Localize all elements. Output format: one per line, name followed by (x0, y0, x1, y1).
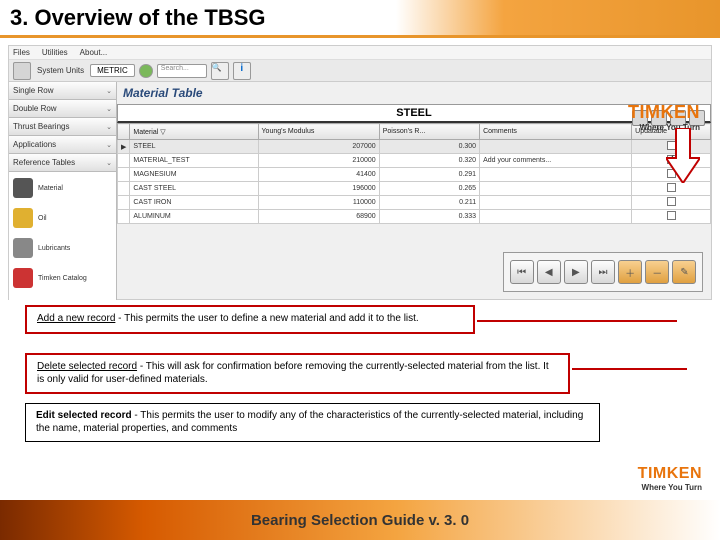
ref-label: Oil (38, 215, 47, 222)
chevron-down-icon: ⌄ (106, 141, 112, 149)
footer-bar: Bearing Selection Guide v. 3. 0 (0, 500, 720, 540)
delete-record-button[interactable]: － (645, 260, 669, 284)
lubricant-icon (13, 238, 33, 258)
chevron-down-icon: ⌄ (106, 159, 112, 167)
checkbox-icon[interactable] (667, 211, 676, 220)
table-row[interactable]: ▶STEEL2070000.300 (118, 140, 711, 154)
timken-wordmark: TIMKEN (628, 102, 700, 123)
callout-title: Edit selected record (36, 410, 132, 421)
connector-line (572, 368, 687, 370)
table-row[interactable]: CAST IRON1100000.211 (118, 196, 711, 210)
col-comments[interactable]: Comments (480, 124, 632, 140)
toolbar: System Units METRIC Search... 🔍 i (9, 60, 711, 82)
refresh-icon[interactable] (139, 64, 153, 78)
callout-text: - This permits the user to define a new … (115, 313, 418, 324)
callout-edit-record: Edit selected record - This permits the … (25, 403, 600, 442)
ref-lubricants[interactable]: Lubricants (13, 238, 112, 258)
sidebar-item-reference[interactable]: Reference Tables ⌄ (9, 154, 116, 172)
sidebar-item-applications[interactable]: Applications ⌄ (9, 136, 116, 154)
sidebar: Single Row ⌄ Double Row ⌄ Thrust Bearings ⌄… (9, 82, 117, 300)
search-icon[interactable]: 🔍 (211, 62, 229, 80)
callout-add-record: Add a new record - This permits the user… (25, 305, 475, 334)
ref-label: Timken Catalog (38, 275, 87, 282)
reference-panel: Material Oil Lubricants Timken Catalog (9, 172, 116, 300)
sidebar-item-label: Applications (13, 140, 56, 149)
info-icon[interactable]: i (233, 62, 251, 80)
timken-tagline: Where You Turn (642, 483, 702, 492)
search-input[interactable]: Search... (157, 64, 207, 78)
material-table: Material ▽ Young's Modulus Poisson's R..… (117, 123, 711, 224)
sidebar-item-label: Reference Tables (13, 158, 75, 167)
checkbox-icon[interactable] (667, 183, 676, 192)
ref-material[interactable]: Material (13, 178, 112, 198)
timken-wordmark: TIMKEN (638, 465, 702, 483)
toolbar-icon[interactable] (13, 62, 31, 80)
slide-title-bar: 3. Overview of the TBSG (0, 0, 720, 38)
table-row[interactable]: CAST STEEL1960000.265 (118, 182, 711, 196)
last-record-button[interactable]: ⏭ (591, 260, 615, 284)
material-icon (13, 178, 33, 198)
menu-about[interactable]: About... (80, 48, 108, 57)
col-poisson[interactable]: Poisson's R... (379, 124, 479, 140)
callout-title: Add a new record (37, 313, 115, 324)
table-header-row: Material ▽ Young's Modulus Poisson's R..… (118, 124, 711, 140)
chevron-down-icon: ⌄ (106, 123, 112, 131)
edit-record-button[interactable]: ✎ (672, 260, 696, 284)
units-dropdown[interactable]: METRIC (90, 64, 135, 77)
callout-title: Delete selected record (37, 361, 137, 372)
ref-oil[interactable]: Oil (13, 208, 112, 228)
arrow-down-annotation (666, 128, 700, 183)
catalog-icon (13, 268, 33, 288)
chevron-down-icon: ⌄ (106, 105, 112, 113)
col-material[interactable]: Material ▽ (130, 124, 258, 140)
slide-title: 3. Overview of the TBSG (10, 5, 266, 31)
table-title: STEEL (117, 104, 711, 123)
record-nav-panel: ⏮ ◀ ▶ ⏭ ＋ － ✎ (503, 252, 703, 292)
next-record-button[interactable]: ▶ (564, 260, 588, 284)
sidebar-item-label: Double Row (13, 104, 57, 113)
first-record-button[interactable]: ⏮ (510, 260, 534, 284)
panel-title: Material Table (117, 82, 711, 104)
sidebar-item-double-row[interactable]: Double Row ⌄ (9, 100, 116, 118)
table-row[interactable]: ALUMINUM689000.333 (118, 210, 711, 224)
oil-icon (13, 208, 33, 228)
table-row[interactable]: MAGNESIUM414000.291 (118, 168, 711, 182)
connector-line (477, 320, 677, 322)
sidebar-item-label: Thrust Bearings (13, 122, 69, 131)
ref-label: Lubricants (38, 245, 70, 252)
sidebar-item-single-row[interactable]: Single Row ⌄ (9, 82, 116, 100)
table-row[interactable]: MATERIAL_TEST2100000.320Add your comment… (118, 154, 711, 168)
menu-bar: Files Utilities About... (9, 46, 711, 60)
ref-catalog[interactable]: Timken Catalog (13, 268, 112, 288)
footer-text: Bearing Selection Guide v. 3. 0 (251, 512, 469, 529)
chevron-down-icon: ⌄ (106, 87, 112, 95)
col-youngs[interactable]: Young's Modulus (258, 124, 379, 140)
add-record-button[interactable]: ＋ (618, 260, 642, 284)
callout-delete-record: Delete selected record - This will ask f… (25, 353, 570, 394)
menu-utilities[interactable]: Utilities (42, 48, 68, 57)
timken-logo-bottom: TIMKEN Where You Turn (638, 465, 702, 492)
prev-record-button[interactable]: ◀ (537, 260, 561, 284)
main-panel: Material Table STEEL Material ▽ Young's … (117, 82, 711, 300)
sidebar-item-label: Single Row (13, 86, 53, 95)
sidebar-item-thrust[interactable]: Thrust Bearings ⌄ (9, 118, 116, 136)
system-units-label: System Units (37, 66, 84, 75)
menu-files[interactable]: Files (13, 48, 30, 57)
ref-label: Material (38, 185, 63, 192)
application-window: Files Utilities About... System Units ME… (8, 45, 712, 300)
checkbox-icon[interactable] (667, 197, 676, 206)
